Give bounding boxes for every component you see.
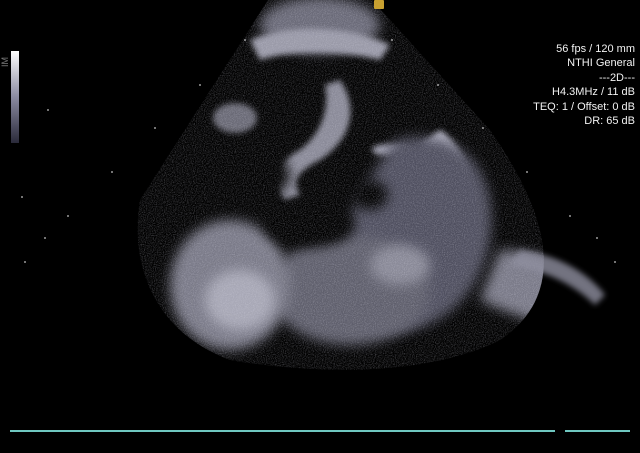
image-label: IM (0, 57, 10, 67)
teq-offset: TEQ: 1 / Offset: 0 dB (533, 100, 635, 113)
cine-timeline-bar[interactable] (10, 430, 555, 432)
dynamic-range: DR: 65 dB (584, 115, 635, 128)
cine-timeline-end-segment[interactable] (565, 430, 630, 432)
acquisition-parameters: 56 fps / 120 mm NTHI General ---2D--- H4… (533, 42, 635, 128)
frequency-gain: H4.3MHz / 11 dB (552, 86, 635, 99)
preset-label: NTHI General (567, 57, 635, 70)
grayscale-bar (11, 51, 19, 143)
orientation-marker-icon (374, 0, 384, 9)
mode-label: ---2D--- (598, 71, 635, 84)
ultrasound-screen: IM 56 fps / 120 mm NTHI General ---2D---… (0, 0, 640, 453)
frame-rate-depth: 56 fps / 120 mm (556, 43, 635, 55)
